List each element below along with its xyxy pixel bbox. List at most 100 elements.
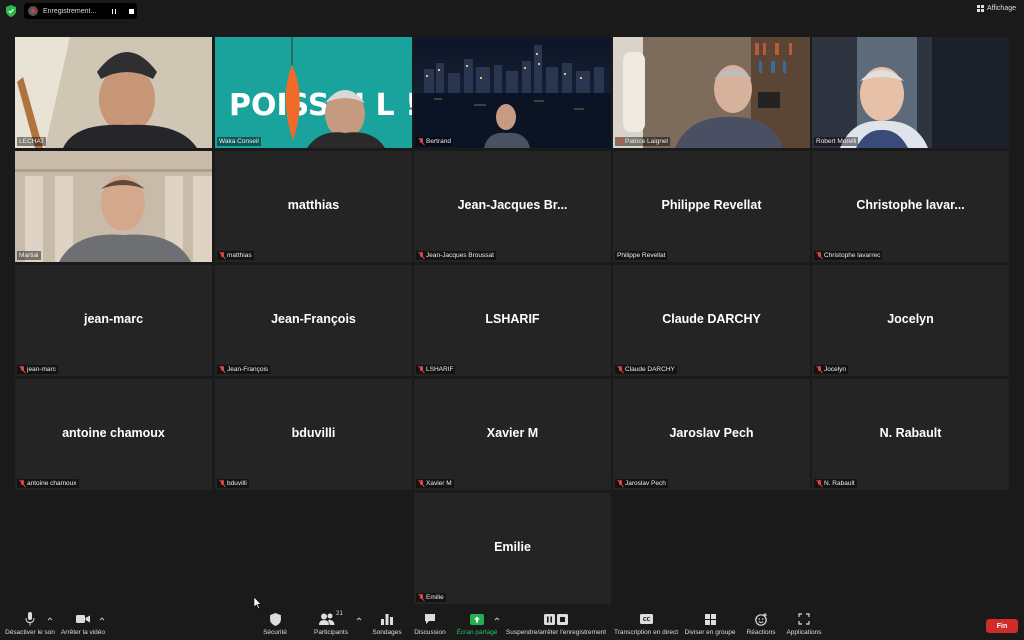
breakout-rooms-button[interactable]: Diviser en groupe bbox=[684, 611, 736, 636]
reactions-label: Réactions bbox=[746, 629, 776, 636]
polls-button[interactable]: Sondages bbox=[370, 611, 404, 636]
mouse-cursor-icon bbox=[254, 597, 262, 609]
participant-name-label: Robert Morelli bbox=[814, 137, 859, 146]
participant-name-label: bduvilli bbox=[217, 479, 249, 488]
participant-video bbox=[812, 37, 1009, 148]
microphone-muted-icon bbox=[219, 480, 225, 487]
participant-tile[interactable]: Xavier M Xavier M bbox=[414, 379, 611, 490]
stop-video-button[interactable]: Arrêter la vidéo bbox=[60, 611, 106, 636]
participant-name: LSHARIF bbox=[426, 366, 454, 373]
share-screen-button[interactable]: Écran partagé bbox=[456, 611, 498, 636]
participant-display-name: Jaroslav Pech bbox=[669, 426, 754, 440]
participant-name-label: matthias bbox=[217, 251, 254, 260]
share-options-caret[interactable] bbox=[494, 616, 500, 622]
live-transcript-button[interactable]: CC Transcription en direct bbox=[614, 611, 678, 636]
participant-name-label: Emilie bbox=[416, 593, 446, 602]
participant-display-name: Philippe Revellat bbox=[661, 198, 762, 212]
reactions-button[interactable]: Réactions bbox=[744, 611, 778, 636]
participant-tile[interactable]: jean-marc jean-marc bbox=[15, 265, 212, 376]
meeting-toolbar: Désactiver le son Arrêter la vidéo Sécur… bbox=[0, 608, 1024, 640]
participant-name-label: Christophe lavarrec bbox=[814, 251, 883, 260]
pause-recording-button[interactable] bbox=[108, 5, 120, 17]
microphone-muted-icon bbox=[418, 594, 424, 601]
participant-tile[interactable]: LECHAT bbox=[15, 37, 212, 148]
participant-name: Jean-François bbox=[227, 366, 269, 373]
participant-name-label: N. Rabault bbox=[814, 479, 857, 488]
mute-label: Désactiver le son bbox=[5, 629, 55, 636]
top-bar: Enregistrement... Affichage bbox=[0, 0, 1024, 22]
participant-tile[interactable]: POISS N L ! Waka Conseil bbox=[215, 37, 412, 148]
participant-tile[interactable]: Jaroslav Pech Jaroslav Pech bbox=[613, 379, 810, 490]
participant-display-name: LSHARIF bbox=[485, 312, 540, 326]
participant-display-name: N. Rabault bbox=[879, 426, 942, 440]
participant-tile[interactable]: matthias matthias bbox=[215, 151, 412, 262]
participant-name: Claude DARCHY bbox=[625, 366, 675, 373]
apps-button[interactable]: Applications bbox=[784, 611, 824, 636]
recording-indicator: Enregistrement... bbox=[24, 3, 137, 19]
participant-name-label: Martial bbox=[17, 251, 41, 260]
smiley-icon bbox=[754, 612, 767, 626]
mute-button[interactable]: Désactiver le son bbox=[4, 611, 56, 636]
microphone-muted-icon bbox=[617, 366, 623, 373]
chat-button[interactable]: Discussion bbox=[412, 611, 448, 636]
participant-tile[interactable]: Claude DARCHY Claude DARCHY bbox=[613, 265, 810, 376]
microphone-muted-icon bbox=[19, 366, 25, 373]
microphone-muted-icon bbox=[816, 366, 822, 373]
participant-tile[interactable]: Robert Morelli bbox=[812, 37, 1009, 148]
participant-display-name: Jocelyn bbox=[887, 312, 934, 326]
participant-name-label: Waka Conseil bbox=[217, 137, 261, 146]
participant-display-name: Jean-Jacques Br... bbox=[457, 198, 568, 212]
security-button[interactable]: Sécurité bbox=[260, 611, 290, 636]
participant-video bbox=[15, 37, 212, 148]
mute-options-caret[interactable] bbox=[47, 616, 53, 622]
participant-tile[interactable]: antoine chamoux antoine chamoux bbox=[15, 379, 212, 490]
participant-name: Waka Conseil bbox=[219, 138, 259, 145]
participant-tile[interactable]: Christophe lavar... Christophe lavarrec bbox=[812, 151, 1009, 262]
participants-options-caret[interactable] bbox=[356, 616, 362, 622]
microphone-muted-icon bbox=[617, 138, 623, 145]
participant-name: bduvilli bbox=[227, 480, 247, 487]
participant-tile[interactable]: Jean-Jacques Br... Jean-Jacques Broussat bbox=[414, 151, 611, 262]
participant-tile[interactable]: Patrice Laignel bbox=[613, 37, 810, 148]
cloud-recording-icon bbox=[28, 6, 38, 16]
participants-button[interactable]: 21 Participants bbox=[312, 611, 350, 636]
participant-display-name: Emilie bbox=[494, 540, 531, 554]
participant-name-label: Jaroslav Pech bbox=[615, 479, 668, 488]
polls-label: Sondages bbox=[372, 629, 402, 636]
participant-tile[interactable]: Jean-François Jean-François bbox=[215, 265, 412, 376]
microphone-muted-icon bbox=[816, 480, 822, 487]
video-camera-icon bbox=[76, 615, 90, 623]
participant-name: Emilie bbox=[426, 594, 444, 601]
participant-tile[interactable]: Martial bbox=[15, 151, 212, 262]
end-meeting-button[interactable]: Fin bbox=[986, 619, 1018, 633]
participant-video bbox=[15, 151, 212, 262]
share-screen-icon bbox=[470, 613, 484, 625]
participant-display-name: Claude DARCHY bbox=[662, 312, 761, 326]
participant-name: Jean-Jacques Broussat bbox=[426, 252, 494, 259]
participant-name-label: Jocelyn bbox=[814, 365, 849, 374]
stop-icon bbox=[557, 613, 568, 625]
pause-stop-recording-button[interactable]: Suspendre/arrêter l'enregistrement bbox=[506, 611, 606, 636]
chat-bubble-icon bbox=[425, 614, 435, 624]
video-options-caret[interactable] bbox=[99, 616, 105, 622]
microphone-muted-icon bbox=[418, 480, 424, 487]
participant-video bbox=[414, 37, 611, 148]
stop-video-label: Arrêter la vidéo bbox=[60, 629, 106, 636]
participant-tile[interactable]: Bertrand bbox=[414, 37, 611, 148]
view-button[interactable]: Affichage bbox=[976, 5, 1016, 12]
share-screen-label: Écran partagé bbox=[456, 629, 498, 636]
recording-control-label: Suspendre/arrêter l'enregistrement bbox=[505, 629, 607, 636]
microphone-muted-icon bbox=[617, 480, 623, 487]
participant-tile[interactable]: Jocelyn Jocelyn bbox=[812, 265, 1009, 376]
participant-tile[interactable]: Emilie Emilie bbox=[414, 493, 611, 604]
apps-label: Applications bbox=[786, 629, 822, 636]
stop-recording-button[interactable] bbox=[125, 5, 137, 17]
participant-tile[interactable]: bduvilli bduvilli bbox=[215, 379, 412, 490]
participant-display-name: Jean-François bbox=[271, 312, 356, 326]
participant-name: jean-marc bbox=[27, 366, 56, 373]
microphone-muted-icon bbox=[219, 366, 225, 373]
participant-tile[interactable]: N. Rabault N. Rabault bbox=[812, 379, 1009, 490]
participant-tile[interactable]: Philippe Revellat Philippe Revellat bbox=[613, 151, 810, 262]
participant-tile[interactable]: LSHARIF LSHARIF bbox=[414, 265, 611, 376]
shield-icon[interactable] bbox=[6, 5, 16, 17]
